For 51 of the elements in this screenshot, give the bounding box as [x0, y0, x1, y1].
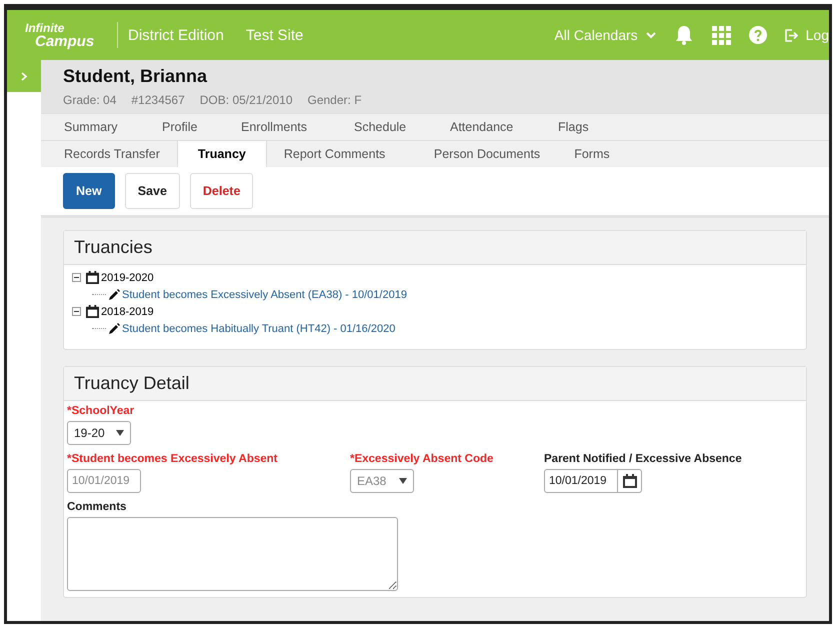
- tab[interactable]: Enrollments: [224, 114, 337, 140]
- tab[interactable]: Forms: [557, 141, 638, 167]
- comments-field[interactable]: [67, 517, 398, 591]
- tab[interactable]: Records Transfer: [47, 141, 177, 167]
- chevron-right-icon: [21, 72, 27, 80]
- tab[interactable]: Summary: [47, 114, 145, 140]
- pencil-icon: [108, 288, 120, 300]
- truancy-link[interactable]: Student becomes Excessively Absent (EA38) - 10/01/2019: [122, 288, 407, 300]
- field-label: Comments: [67, 501, 128, 513]
- sidebar-toggle[interactable]: [7, 60, 41, 92]
- delete-button[interactable]: Delete: [190, 173, 254, 209]
- tab[interactable]: Attendance: [433, 114, 541, 140]
- apps-grid-icon[interactable]: [712, 26, 731, 44]
- panel-title: Truancies: [64, 231, 806, 265]
- tab[interactable]: Profile: [145, 114, 224, 140]
- year-label: 2019-2020: [101, 272, 154, 284]
- field-label: *Student becomes Excessively Absent: [67, 453, 278, 465]
- tab[interactable]: Schedule: [337, 114, 433, 140]
- dropdown-arrow-icon: [399, 478, 407, 484]
- tab[interactable]: Report Comments: [266, 141, 417, 167]
- student-detail: Grade: 04: [63, 93, 116, 107]
- calendar-icon: [86, 305, 99, 318]
- calendar-button[interactable]: [618, 469, 642, 493]
- student-detail: #1234567: [131, 93, 185, 107]
- tab[interactable]: Flags: [541, 114, 606, 140]
- bell-icon[interactable]: [674, 25, 694, 45]
- dropdown-arrow-icon: [116, 430, 124, 436]
- select-field[interactable]: 19-20: [67, 421, 131, 445]
- field-label: Parent Notified / Excessive Absence: [544, 453, 743, 465]
- tab[interactable]: Person Documents: [416, 141, 558, 167]
- calendar-icon: [86, 271, 99, 284]
- help-icon[interactable]: [748, 26, 767, 44]
- tab[interactable]: Truancy: [176, 141, 267, 167]
- student-detail: Gender: F: [308, 93, 362, 107]
- new-button[interactable]: New: [63, 173, 115, 209]
- truancy-link[interactable]: Student becomes Habitually Truant (HT42) - 01/16/2020: [122, 322, 396, 334]
- student-name: Student, Brianna: [63, 66, 208, 87]
- collapse-toggle-icon[interactable]: [72, 273, 81, 282]
- logout-icon: [784, 28, 798, 42]
- field-label: *Excessively Absent Code: [350, 453, 494, 465]
- logo: Infinite Campus: [25, 22, 96, 48]
- date-field[interactable]: 10/01/2019: [544, 469, 618, 493]
- field-label: *SchoolYear: [67, 405, 136, 417]
- chevron-icon: [646, 32, 656, 38]
- year-label: 2018-2019: [101, 306, 154, 318]
- collapse-toggle-icon[interactable]: [72, 307, 81, 316]
- save-button[interactable]: Save: [124, 173, 180, 209]
- student-detail: DOB: 05/21/2010: [200, 93, 292, 107]
- pencil-icon: [108, 322, 120, 334]
- calendar-icon: [622, 474, 636, 488]
- panel-title: Truancy Detail: [64, 367, 806, 401]
